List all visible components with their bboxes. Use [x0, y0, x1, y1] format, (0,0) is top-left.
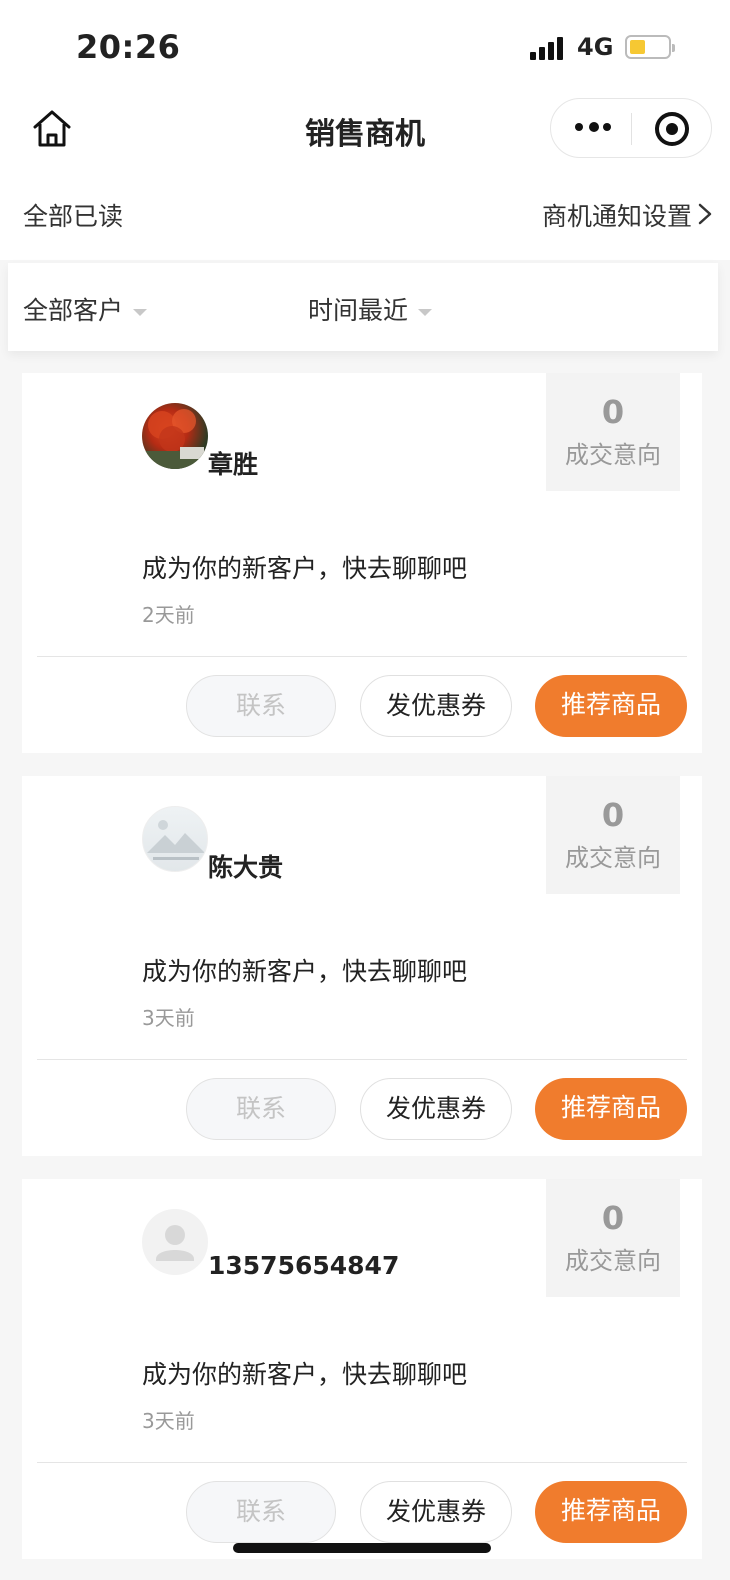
- signal-icon: [530, 36, 566, 60]
- deal-intent-count: 0: [601, 1199, 625, 1237]
- status-time: 20:26: [76, 28, 181, 66]
- customer-filter-dropdown[interactable]: 全部客户: [23, 291, 148, 327]
- opportunity-card: 陈大贵 0 成交意向 成为你的新客户，快去聊聊吧 3天前 联系 发优惠券 推荐商…: [22, 776, 702, 1156]
- avatar: [142, 806, 208, 872]
- chevron-right-icon[interactable]: [698, 203, 712, 225]
- opportunity-card: 章胜 0 成交意向 成为你的新客户，快去聊聊吧 2天前 联系 发优惠券 推荐商品: [22, 373, 702, 753]
- deal-intent-count: 0: [601, 796, 625, 834]
- status-bar: 20:26 4G: [0, 0, 730, 95]
- recommend-product-button[interactable]: 推荐商品: [535, 1481, 687, 1543]
- avatar: [142, 403, 208, 469]
- card-divider: [37, 1059, 687, 1060]
- network-type: 4G: [577, 33, 614, 61]
- nav-bar: 销售商机: [0, 95, 730, 165]
- card-message: 成为你的新客户，快去聊聊吧: [142, 554, 468, 583]
- customer-name: 陈大贵: [208, 853, 284, 882]
- caret-down-icon: [133, 308, 148, 316]
- deal-intent-count: 0: [601, 393, 625, 431]
- caret-down-icon: [418, 308, 433, 316]
- more-dots-icon[interactable]: [575, 117, 611, 137]
- contact-button[interactable]: 联系: [186, 1078, 336, 1140]
- contact-button[interactable]: 联系: [186, 1481, 336, 1543]
- mini-program-capsule: [550, 98, 712, 158]
- customer-filter-label: 全部客户: [23, 296, 124, 325]
- card-divider: [37, 656, 687, 657]
- time-sort-dropdown[interactable]: 时间最近: [308, 291, 433, 327]
- mark-all-read-button[interactable]: 全部已读: [23, 197, 123, 233]
- send-coupon-button[interactable]: 发优惠券: [360, 1481, 512, 1543]
- card-time: 3天前: [142, 1006, 195, 1030]
- deal-intent-box: 0 成交意向: [546, 373, 680, 491]
- deal-intent-label: 成交意向: [565, 441, 661, 469]
- recommend-product-button[interactable]: 推荐商品: [535, 675, 687, 737]
- customer-name: 13575654847: [208, 1251, 400, 1280]
- filter-bar: 全部客户 时间最近: [8, 263, 718, 351]
- card-time: 2天前: [142, 603, 195, 627]
- contact-button[interactable]: 联系: [186, 675, 336, 737]
- deal-intent-label: 成交意向: [565, 1247, 661, 1275]
- time-sort-label: 时间最近: [308, 296, 409, 325]
- send-coupon-button[interactable]: 发优惠券: [360, 1078, 512, 1140]
- send-coupon-button[interactable]: 发优惠券: [360, 675, 512, 737]
- target-close-icon[interactable]: [655, 112, 689, 146]
- card-divider: [37, 1462, 687, 1463]
- recommend-product-button[interactable]: 推荐商品: [535, 1078, 687, 1140]
- card-time: 3天前: [142, 1409, 195, 1433]
- deal-intent-label: 成交意向: [565, 844, 661, 872]
- notify-settings-link[interactable]: 商机通知设置: [542, 197, 692, 233]
- opportunity-card: 13575654847 0 成交意向 成为你的新客户，快去聊聊吧 3天前 联系 …: [22, 1179, 702, 1559]
- action-bar: 全部已读 商机通知设置: [0, 165, 730, 260]
- home-indicator: [233, 1543, 491, 1553]
- deal-intent-box: 0 成交意向: [546, 776, 680, 894]
- deal-intent-box: 0 成交意向: [546, 1179, 680, 1297]
- battery-icon: [625, 35, 675, 59]
- capsule-divider: [631, 113, 632, 145]
- customer-name: 章胜: [208, 450, 259, 479]
- card-message: 成为你的新客户，快去聊聊吧: [142, 1360, 468, 1389]
- default-avatar-icon: [142, 1209, 208, 1275]
- card-message: 成为你的新客户，快去聊聊吧: [142, 957, 468, 986]
